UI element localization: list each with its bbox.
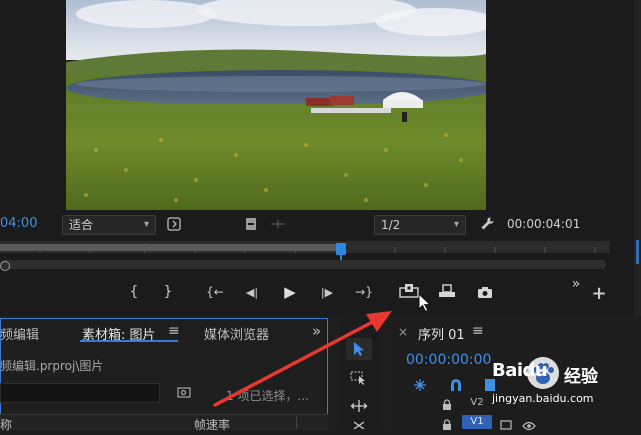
- go-to-out-button[interactable]: →}: [351, 282, 377, 302]
- column-divider: [296, 416, 297, 429]
- bin-path: 频编辑.prproj\图片: [0, 359, 104, 373]
- eye-visibility-icon[interactable]: [522, 416, 536, 431]
- toggle-sync-lock-icon[interactable]: [500, 416, 512, 430]
- mouse-cursor-icon: [418, 293, 432, 313]
- sequence-tab-menu-icon[interactable]: ≡: [472, 323, 484, 339]
- zoom-scroll-handle[interactable]: [0, 261, 10, 271]
- zoom-scroll-bar[interactable]: [0, 260, 606, 269]
- playback-resolution-value: 1/2: [381, 218, 401, 232]
- zoom-fit-dropdown[interactable]: 适合 ▾: [62, 215, 156, 235]
- nest-toggle-icon[interactable]: [410, 376, 430, 394]
- chevron-down-icon: ▾: [143, 219, 149, 230]
- razor-tool-icon[interactable]: [348, 420, 370, 429]
- step-back-button[interactable]: ◀|: [240, 282, 264, 302]
- bin-column-header: [0, 414, 328, 430]
- camera-export-frame-icon[interactable]: [474, 282, 496, 302]
- marker-settings-icon[interactable]: [166, 215, 182, 233]
- wrench-settings-icon[interactable]: [478, 214, 496, 232]
- button-editor-more[interactable]: »: [568, 276, 584, 292]
- go-to-in-button[interactable]: {←: [202, 282, 228, 302]
- sequence-duration-timecode: 00:00:04:01: [507, 217, 581, 231]
- play-button[interactable]: ▶: [278, 281, 302, 303]
- landscape-video-frame-image: [66, 0, 486, 210]
- active-tab-underline: [80, 340, 178, 342]
- lock-icon[interactable]: [442, 396, 454, 410]
- adjacent-panel-playhead-mark: [636, 240, 639, 264]
- snap-magnet-icon[interactable]: [446, 376, 466, 394]
- find-icon[interactable]: [176, 384, 192, 400]
- tab-sequence-01[interactable]: 序列 01: [418, 324, 465, 343]
- tab-video-editing[interactable]: 频编辑: [0, 324, 39, 343]
- bin-search-input[interactable]: [0, 383, 160, 403]
- insert-trim-disabled-icon: [268, 215, 288, 233]
- safe-margins-icon[interactable]: [243, 215, 259, 233]
- button-editor-add[interactable]: +: [590, 283, 608, 304]
- baidu-jingyan-watermark: Baidu 经验 jingyan.baidu.com: [486, 356, 636, 412]
- column-frame-rate-header[interactable]: 帧速率: [194, 416, 230, 433]
- selection-tool-icon[interactable]: [346, 338, 372, 360]
- zoom-fit-value: 适合: [69, 218, 94, 232]
- timeline-playhead-timecode[interactable]: 00:00:00:00: [406, 352, 491, 368]
- ripple-edit-tool-icon[interactable]: [346, 396, 372, 416]
- tab-menu-icon[interactable]: ≡: [168, 323, 180, 339]
- watermark-brand-cn: 经验: [564, 367, 598, 387]
- selection-status: 1 项已选择，...: [226, 389, 309, 403]
- program-monitor-video-frame: [66, 0, 486, 210]
- mark-out-button[interactable]: }: [158, 282, 178, 302]
- watermark-brand: Baidu: [492, 360, 548, 381]
- column-name-header[interactable]: 称: [0, 416, 12, 433]
- tab-media-browser[interactable]: 媒体浏览器: [204, 324, 269, 343]
- playhead-timecode[interactable]: 04:00: [0, 216, 37, 231]
- watermark-url: jingyan.baidu.com: [492, 392, 594, 405]
- work-area-bar[interactable]: [0, 244, 344, 251]
- chevron-down-icon: ▾: [453, 219, 459, 230]
- adjacent-panel-edge: [634, 0, 641, 316]
- step-forward-button[interactable]: |▶: [315, 282, 339, 302]
- track-select-tool-icon[interactable]: [346, 368, 372, 388]
- track-v1-label[interactable]: V1: [462, 415, 492, 429]
- tabs-overflow-icon[interactable]: »: [312, 322, 321, 340]
- overwrite-button-icon[interactable]: [436, 281, 458, 301]
- lock-icon[interactable]: [442, 416, 454, 430]
- playback-resolution-dropdown[interactable]: 1/2 ▾: [374, 215, 466, 235]
- close-icon[interactable]: ×: [398, 325, 408, 339]
- mark-in-button[interactable]: {: [124, 282, 144, 302]
